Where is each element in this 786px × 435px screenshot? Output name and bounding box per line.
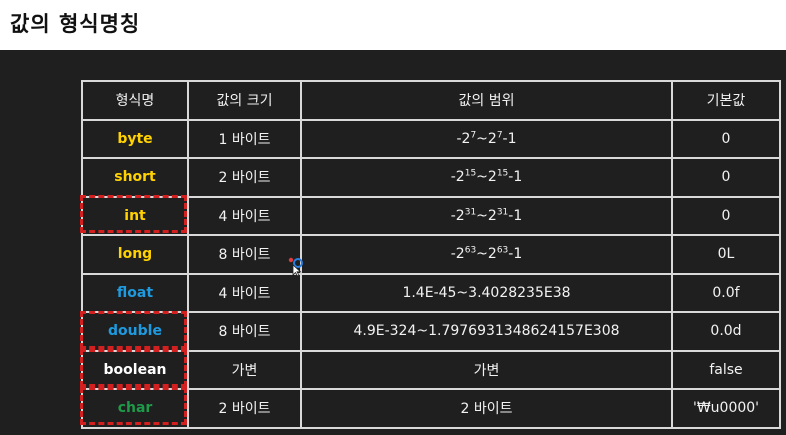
type-name-cell: long — [81, 234, 189, 275]
type-name-cell: float — [81, 272, 189, 313]
header-size: 값의 크기 — [187, 80, 302, 121]
range-min-exp: 15 — [464, 168, 477, 179]
size-cell: 2 바이트 — [187, 388, 302, 429]
range-min-base: -2 — [450, 169, 465, 186]
range-max-base: ~2 — [476, 207, 497, 224]
range-cell: -215~215-1 — [300, 157, 673, 198]
header-range: 값의 범위 — [300, 80, 673, 121]
range-cell: -27~27-1 — [300, 118, 673, 159]
size-cell: 2 바이트 — [187, 157, 302, 198]
default-cell: 0L — [671, 234, 781, 275]
size-cell: 8 바이트 — [187, 311, 302, 352]
range-min-base: -2 — [450, 207, 465, 224]
title-bar: 값의 형식명칭 — [0, 0, 786, 50]
header-type-name: 형식명 — [81, 80, 189, 121]
table-row: byte 1 바이트 -27~27-1 0 — [81, 118, 781, 159]
range-max-tail: -1 — [502, 130, 517, 147]
table-row: double 8 바이트 4.9E-324~1.7976931348624157… — [81, 311, 781, 352]
range-max-base: ~2 — [476, 130, 497, 147]
range-max-exp: 31 — [496, 207, 509, 218]
range-max-exp: 63 — [496, 245, 509, 256]
range-cell: 4.9E-324~1.7976931348624157E308 — [300, 311, 673, 352]
range-min-base: -2 — [450, 246, 465, 263]
type-name-cell: short — [81, 157, 189, 198]
table-header-row: 형식명 값의 크기 값의 범위 기본값 — [81, 80, 781, 121]
table-row: short 2 바이트 -215~215-1 0 — [81, 157, 781, 198]
range-max-base: ~2 — [476, 246, 497, 263]
size-cell: 1 바이트 — [187, 118, 302, 159]
range-cell: 1.4E-45~3.4028235E38 — [300, 272, 673, 313]
range-cell: -263~263-1 — [300, 234, 673, 275]
mouse-cursor-icon — [288, 257, 303, 276]
range-min-base: -2 — [456, 130, 471, 147]
type-name-cell: char — [81, 388, 189, 429]
default-cell: 0.0d — [671, 311, 781, 352]
table-row: boolean 가변 가변 false — [81, 349, 781, 390]
primitive-types-table: 형식명 값의 크기 값의 범위 기본값 byte 1 바이트 -27~27-1 … — [81, 80, 781, 429]
page-title: 값의 형식명칭 — [10, 12, 141, 36]
default-cell: 0 — [671, 157, 781, 198]
range-max-tail: -1 — [508, 169, 523, 186]
type-name-cell: boolean — [81, 349, 189, 390]
size-cell: 8 바이트 — [187, 234, 302, 275]
default-cell: 0.0f — [671, 272, 781, 313]
range-cell: -231~231-1 — [300, 195, 673, 236]
range-max-tail: -1 — [508, 207, 523, 224]
size-cell: 가변 — [187, 349, 302, 390]
default-cell: 0 — [671, 118, 781, 159]
default-cell: false — [671, 349, 781, 390]
range-min-exp: 63 — [464, 245, 477, 256]
type-name-cell: byte — [81, 118, 189, 159]
range-max-exp: 15 — [496, 168, 509, 179]
range-cell: 가변 — [300, 349, 673, 390]
size-cell: 4 바이트 — [187, 195, 302, 236]
type-name-cell: int — [81, 195, 189, 236]
type-name-cell: double — [81, 311, 189, 352]
range-max-base: ~2 — [476, 169, 497, 186]
range-min-exp: 31 — [464, 207, 477, 218]
table-row: float 4 바이트 1.4E-45~3.4028235E38 0.0f — [81, 272, 781, 313]
range-max-tail: -1 — [508, 246, 523, 263]
table-row: int 4 바이트 -231~231-1 0 — [81, 195, 781, 236]
default-cell: 0 — [671, 195, 781, 236]
header-default: 기본값 — [671, 80, 781, 121]
table-row: long 8 바이트 -263~263-1 0L — [81, 234, 781, 275]
default-cell: '₩u0000' — [671, 388, 781, 429]
size-cell: 4 바이트 — [187, 272, 302, 313]
table-row: char 2 바이트 2 바이트 '₩u0000' — [81, 388, 781, 429]
slide: 형식명 값의 크기 값의 범위 기본값 byte 1 바이트 -27~27-1 … — [0, 50, 786, 435]
range-cell: 2 바이트 — [300, 388, 673, 429]
